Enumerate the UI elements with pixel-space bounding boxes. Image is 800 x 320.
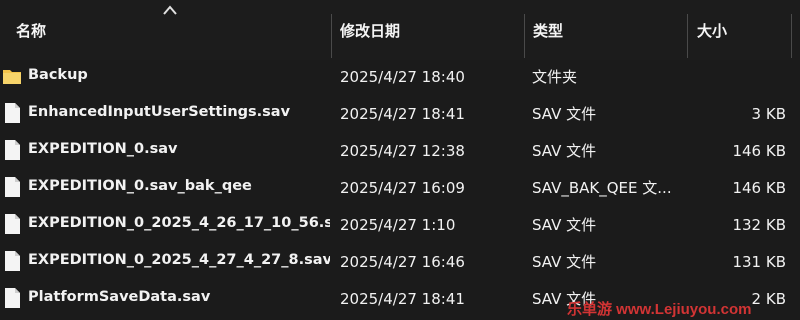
file-name-cell: EXPEDITION_0_2025_4_26_17_10_56.s...: [0, 206, 330, 243]
column-name-label: 名称: [16, 21, 47, 40]
file-icon: [5, 251, 20, 271]
file-size: 3 KB: [751, 104, 786, 123]
file-explorer-list: 名称 修改日期 类型 大小 Backup 2025/4/27 18:40 文件夹: [0, 0, 800, 320]
file-name-cell: PlatformSaveData.sav: [0, 280, 330, 317]
file-modified: 2025/4/27 18:40: [340, 67, 465, 86]
file-type: SAV_BAK_QEE 文...: [532, 179, 672, 197]
column-name-header[interactable]: 名称: [16, 0, 326, 60]
file-modified: 2025/4/27 18:41: [340, 104, 465, 123]
column-type-label: 类型: [533, 21, 564, 40]
file-icon: [5, 140, 20, 160]
column-divider[interactable]: [791, 14, 792, 58]
file-icon: [5, 288, 20, 308]
column-size-header[interactable]: 大小: [697, 0, 787, 60]
folder-icon: [3, 70, 21, 84]
file-name-cell: EXPEDITION_0_2025_4_27_4_27_8.sav: [0, 243, 330, 280]
file-name: Backup: [28, 67, 88, 83]
file-type: SAV 文件: [532, 253, 597, 271]
file-modified: 2025/4/27 16:09: [340, 178, 465, 197]
file-modified: 2025/4/27 18:41: [340, 289, 465, 308]
file-name-cell: EXPEDITION_0.sav_bak_qee: [0, 169, 330, 206]
watermark-text: 乐单游 www.Lejiuyou.com: [567, 301, 752, 318]
column-size-label: 大小: [697, 21, 728, 40]
file-row[interactable]: Backup 2025/4/27 18:40 文件夹: [0, 58, 800, 95]
file-size: 132 KB: [732, 215, 786, 234]
file-size: 146 KB: [732, 141, 786, 160]
column-header-bar: 名称 修改日期 类型 大小: [0, 0, 800, 60]
file-icon: [5, 103, 20, 123]
file-type: SAV 文件: [532, 105, 597, 123]
file-type: SAV 文件: [532, 216, 597, 234]
file-name-cell: EXPEDITION_0.sav: [0, 132, 330, 169]
file-size: 131 KB: [732, 252, 786, 271]
file-icon: [5, 177, 20, 197]
file-row[interactable]: EXPEDITION_0.sav_bak_qee 2025/4/27 16:09…: [0, 169, 800, 206]
file-modified: 2025/4/27 12:38: [340, 141, 465, 160]
column-divider[interactable]: [331, 14, 332, 58]
file-modified: 2025/4/27 16:46: [340, 252, 465, 271]
file-size: [690, 58, 786, 95]
file-row[interactable]: EnhancedInputUserSettings.sav 2025/4/27 …: [0, 95, 800, 132]
column-divider[interactable]: [687, 14, 688, 58]
file-name-cell: EnhancedInputUserSettings.sav: [0, 95, 330, 132]
column-type-header[interactable]: 类型: [533, 0, 683, 60]
file-row[interactable]: EXPEDITION_0_2025_4_26_17_10_56.s... 202…: [0, 206, 800, 243]
file-name: EXPEDITION_0.sav_bak_qee: [28, 178, 252, 194]
column-modified-header[interactable]: 修改日期: [340, 0, 520, 60]
file-name: EXPEDITION_0_2025_4_27_4_27_8.sav: [28, 252, 330, 268]
file-name: EnhancedInputUserSettings.sav: [28, 104, 291, 120]
column-divider[interactable]: [524, 14, 525, 58]
file-type: 文件夹: [532, 68, 578, 86]
file-name-cell: Backup: [0, 58, 330, 95]
column-modified-label: 修改日期: [340, 21, 401, 40]
file-name: EXPEDITION_0.sav: [28, 141, 178, 157]
file-modified: 2025/4/27 1:10: [340, 215, 456, 234]
file-row[interactable]: EXPEDITION_0.sav 2025/4/27 12:38 SAV 文件 …: [0, 132, 800, 169]
file-row[interactable]: EXPEDITION_0_2025_4_27_4_27_8.sav 2025/4…: [0, 243, 800, 280]
file-type: SAV 文件: [532, 142, 597, 160]
file-name: EXPEDITION_0_2025_4_26_17_10_56.s...: [28, 215, 330, 231]
file-name: PlatformSaveData.sav: [28, 289, 211, 305]
file-icon: [5, 214, 20, 234]
file-size: 146 KB: [732, 178, 786, 197]
